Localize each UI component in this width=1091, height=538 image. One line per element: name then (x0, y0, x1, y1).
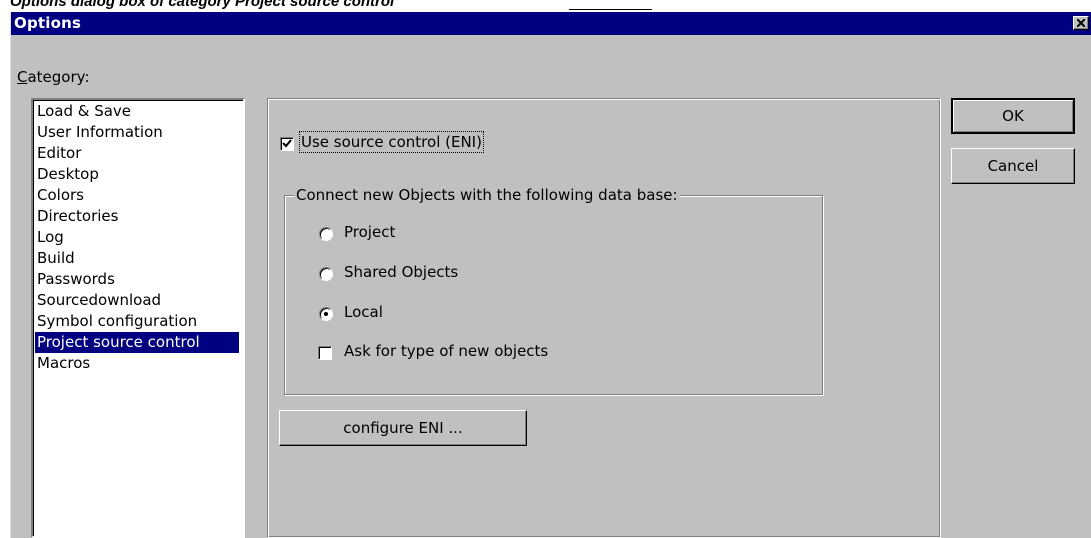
category-item-editor[interactable]: Editor (35, 143, 239, 164)
category-item-colors[interactable]: Colors (35, 185, 239, 206)
cancel-button[interactable]: Cancel (951, 148, 1075, 184)
category-item-project-source-control[interactable]: Project source control (35, 332, 239, 353)
category-item-build[interactable]: Build (35, 248, 239, 269)
dialog-title: Options (14, 14, 82, 32)
category-list[interactable]: Load & Save User Information Editor Desk… (31, 98, 245, 538)
radio-project-label[interactable]: Project (344, 223, 395, 241)
checkmark-icon (282, 139, 292, 148)
ask-type-label[interactable]: Ask for type of new objects (344, 342, 548, 360)
radio-project[interactable] (319, 227, 333, 241)
use-source-control-label[interactable]: Use source control (ENI) (299, 131, 484, 153)
category-label-rest: ategory: (27, 68, 90, 86)
category-item-desktop[interactable]: Desktop (35, 164, 239, 185)
category-item-passwords[interactable]: Passwords (35, 269, 239, 290)
close-button[interactable] (1073, 16, 1089, 30)
category-item-symbol-configuration[interactable]: Symbol configuration (35, 311, 239, 332)
ok-button[interactable]: OK (951, 98, 1075, 134)
caption-underline (569, 9, 652, 10)
radio-selected-dot (324, 312, 328, 316)
radio-shared-objects-label[interactable]: Shared Objects (344, 263, 458, 281)
category-item-user-information[interactable]: User Information (35, 122, 239, 143)
category-item-directories[interactable]: Directories (35, 206, 239, 227)
title-bar[interactable]: Options (11, 12, 1091, 35)
radio-local[interactable] (319, 307, 333, 321)
use-source-control-checkbox[interactable] (280, 137, 294, 151)
radio-shared-objects[interactable] (319, 267, 333, 281)
category-item-load-save[interactable]: Load & Save (35, 101, 239, 122)
figure-caption: Options dialog box of category Project s… (10, 0, 395, 10)
database-group-label: Connect new Objects with the following d… (294, 186, 680, 204)
category-item-macros[interactable]: Macros (35, 353, 239, 374)
category-item-log[interactable]: Log (35, 227, 239, 248)
category-item-sourcedownload[interactable]: Sourcedownload (35, 290, 239, 311)
close-icon (1077, 19, 1085, 27)
radio-local-label[interactable]: Local (344, 303, 383, 321)
options-dialog: Options Category: Load & Save User Infor… (10, 12, 1091, 538)
category-label: Category: (17, 68, 90, 86)
configure-eni-button[interactable]: configure ENI ... (279, 410, 527, 446)
ask-type-checkbox[interactable] (318, 346, 332, 360)
